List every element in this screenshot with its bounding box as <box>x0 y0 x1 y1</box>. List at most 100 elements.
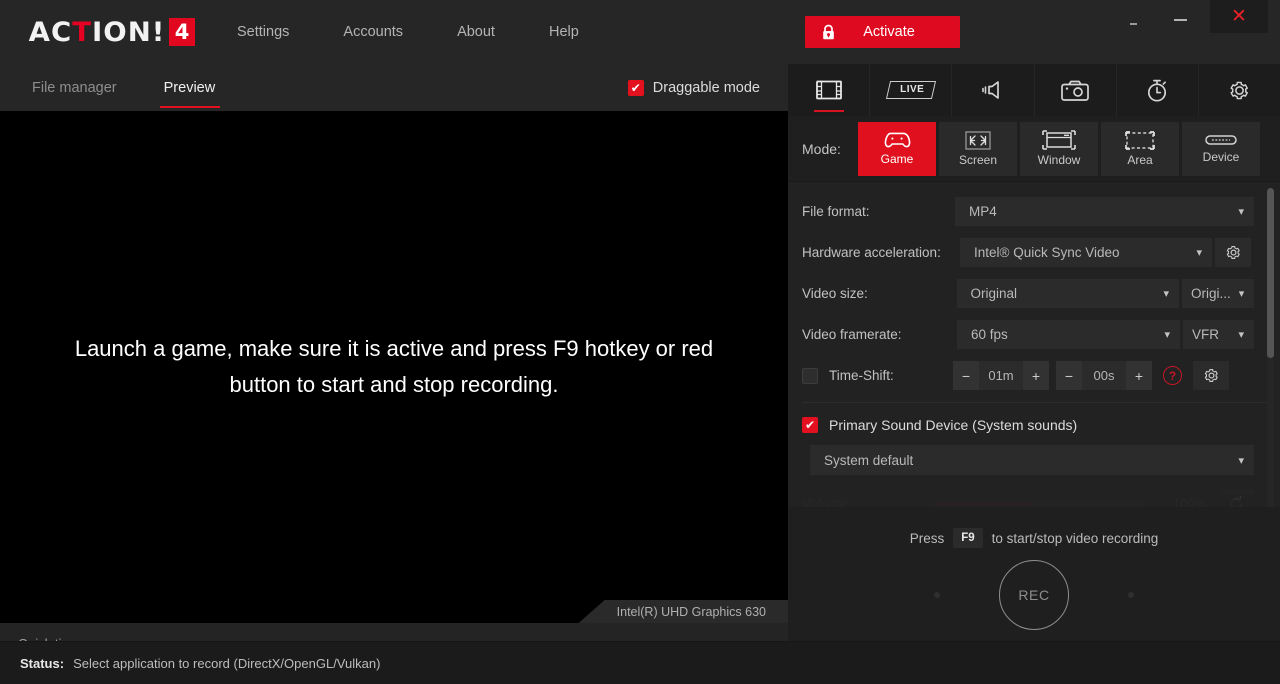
video-framerate-mode-value: VFR <box>1192 327 1220 342</box>
status-label: Status: <box>20 655 65 671</box>
minimize-button[interactable] <box>1162 0 1198 40</box>
volume-reset-button[interactable] <box>1219 489 1254 507</box>
video-size-select[interactable]: Original ▾ <box>956 279 1179 308</box>
tab-benchmark[interactable] <box>1117 64 1199 116</box>
primary-sound-device-row[interactable]: ✔ Primary Sound Device (System sounds) <box>788 409 1280 433</box>
time-shift-seconds-increment[interactable]: + <box>1126 361 1152 390</box>
mode-button-window[interactable]: Window <box>1020 121 1098 176</box>
mode-button-window-label: Window <box>1037 153 1081 167</box>
tab-audio[interactable] <box>952 64 1035 116</box>
left-panel: File manager Preview ✔ Draggable mode La… <box>0 64 788 684</box>
draggable-mode-label: Draggable mode <box>652 79 760 96</box>
primary-sound-device-checkbox[interactable]: ✔ <box>802 417 818 433</box>
record-left-dot <box>934 592 940 598</box>
sound-device-select[interactable]: System default ▾ <box>810 445 1254 475</box>
record-hotkey-prefix: Press <box>909 530 945 546</box>
tab-video-recording[interactable] <box>788 64 871 116</box>
record-button[interactable]: REC <box>999 560 1069 630</box>
speaker-icon <box>982 81 999 99</box>
settings-divider <box>802 402 1266 403</box>
camera-icon <box>1061 80 1089 101</box>
time-shift-seconds-value: 00s <box>1093 368 1115 383</box>
video-framerate-label: Video framerate: <box>802 327 902 342</box>
stopwatch-icon <box>1148 79 1167 102</box>
preview-area[interactable]: Launch a game, make sure it is active an… <box>0 111 788 623</box>
reset-icon <box>1231 495 1243 507</box>
capture-mode-label: Mode: <box>802 140 841 157</box>
main-menu: Settings Accounts About Help <box>210 0 606 64</box>
close-icon: ✕ <box>1231 5 1247 27</box>
tab-file-manager[interactable]: File manager <box>30 80 119 96</box>
menu-item-settings[interactable]: Settings <box>210 16 316 48</box>
hardware-acceleration-select[interactable]: Intel® Quick Sync Video ▾ <box>960 238 1212 267</box>
area-icon <box>1125 130 1155 150</box>
tab-active-underline <box>159 105 221 108</box>
video-framerate-value: 60 fps <box>970 327 1008 342</box>
time-shift-label: Time-Shift: <box>829 368 894 383</box>
time-shift-seconds-decrement[interactable]: − <box>1056 361 1082 390</box>
status-bar: Status: Select application to record (Di… <box>0 641 1280 684</box>
time-shift-minutes-increment[interactable]: + <box>1023 361 1049 390</box>
mode-button-area[interactable]: Area <box>1101 121 1179 176</box>
logo-version-badge: 4 <box>169 18 196 46</box>
sound-device-value: System default <box>824 452 914 468</box>
mode-button-area-label: Area <box>1127 152 1153 167</box>
screen-icon <box>965 130 991 150</box>
menu-item-about[interactable]: About <box>430 16 522 48</box>
hardware-acceleration-settings-button[interactable] <box>1215 238 1251 267</box>
time-shift-checkbox[interactable] <box>802 367 818 384</box>
settings-scroll-area[interactable]: File format: MP4 ▾ Hardware acceleration… <box>788 182 1280 507</box>
minimize-to-tray-button[interactable] <box>1118 0 1148 40</box>
video-framerate-select[interactable]: 60 fps ▾ <box>956 320 1181 349</box>
mode-button-screen[interactable]: Screen <box>939 121 1017 176</box>
status-value: Select application to record (DirectX/Op… <box>73 655 381 671</box>
settings-scrollbar-thumb[interactable] <box>1267 188 1274 358</box>
mode-button-screen-label: Screen <box>958 152 998 167</box>
draggable-mode-checkbox[interactable]: ✔ <box>627 79 644 96</box>
mode-button-device[interactable]: Device <box>1182 121 1260 176</box>
volume-slider[interactable] <box>934 501 1145 506</box>
logo-text-part-b: ION! <box>92 16 166 48</box>
chevron-down-icon: ▾ <box>1196 247 1202 259</box>
title-bar: ACTION! 4 Settings Accounts About Help A… <box>0 0 1280 64</box>
mode-button-game-label: Game <box>880 152 914 166</box>
time-shift-minutes-stepper[interactable]: − 01m + <box>953 361 1049 390</box>
chevron-down-icon: ▾ <box>1238 329 1244 341</box>
mode-button-game[interactable]: Game <box>858 121 936 176</box>
volume-slider-fill <box>934 501 1034 506</box>
chevron-down-icon: ▾ <box>1164 329 1171 341</box>
time-shift-help-icon[interactable]: ? <box>1163 366 1182 385</box>
settings-scrollbar[interactable] <box>1267 188 1274 507</box>
file-format-select[interactable]: MP4 ▾ <box>955 197 1254 226</box>
tab-live-streaming[interactable]: LIVE <box>870 64 953 116</box>
record-hotkey-key: F9 <box>953 528 983 548</box>
video-size-value: Original <box>970 286 1018 301</box>
draggable-mode-toggle[interactable]: ✔ Draggable mode <box>627 79 760 96</box>
video-size-secondary-value: Origi... <box>1191 286 1231 301</box>
time-shift-settings-button[interactable] <box>1193 361 1229 390</box>
video-size-secondary-select[interactable]: Origi... ▾ <box>1182 279 1254 308</box>
window-icon <box>1042 130 1076 150</box>
video-size-row: Video size: Original ▾ Origi... ▾ <box>788 273 1280 314</box>
time-shift-seconds-stepper[interactable]: − 00s + <box>1056 361 1152 390</box>
close-button[interactable]: ✕ <box>1210 0 1268 33</box>
video-framerate-row: Video framerate: 60 fps ▾ VFR ▾ <box>788 314 1280 355</box>
time-shift-minutes-decrement[interactable]: − <box>953 361 979 390</box>
film-strip-icon <box>815 80 842 100</box>
tab-preview[interactable]: Preview <box>159 80 221 108</box>
menu-item-accounts[interactable]: Accounts <box>316 16 430 48</box>
menu-item-help[interactable]: Help <box>522 16 606 48</box>
gear-icon <box>1230 81 1248 99</box>
record-right-dot <box>1128 592 1134 598</box>
tab-screenshot[interactable] <box>1035 64 1117 116</box>
video-framerate-mode-select[interactable]: VFR ▾ <box>1183 320 1254 349</box>
primary-sound-device-label: Primary Sound Device (System sounds) <box>829 417 1078 433</box>
tab-preferences[interactable] <box>1199 64 1280 116</box>
live-label: LIVE <box>899 84 924 95</box>
gear-icon <box>1226 246 1240 259</box>
chevron-down-icon: ▾ <box>1238 288 1245 300</box>
gear-icon <box>1204 369 1218 382</box>
record-button-wrapper: REC <box>788 560 1280 630</box>
checkmark-icon: ✔ <box>630 80 641 95</box>
activate-button[interactable]: Activate <box>805 16 960 48</box>
